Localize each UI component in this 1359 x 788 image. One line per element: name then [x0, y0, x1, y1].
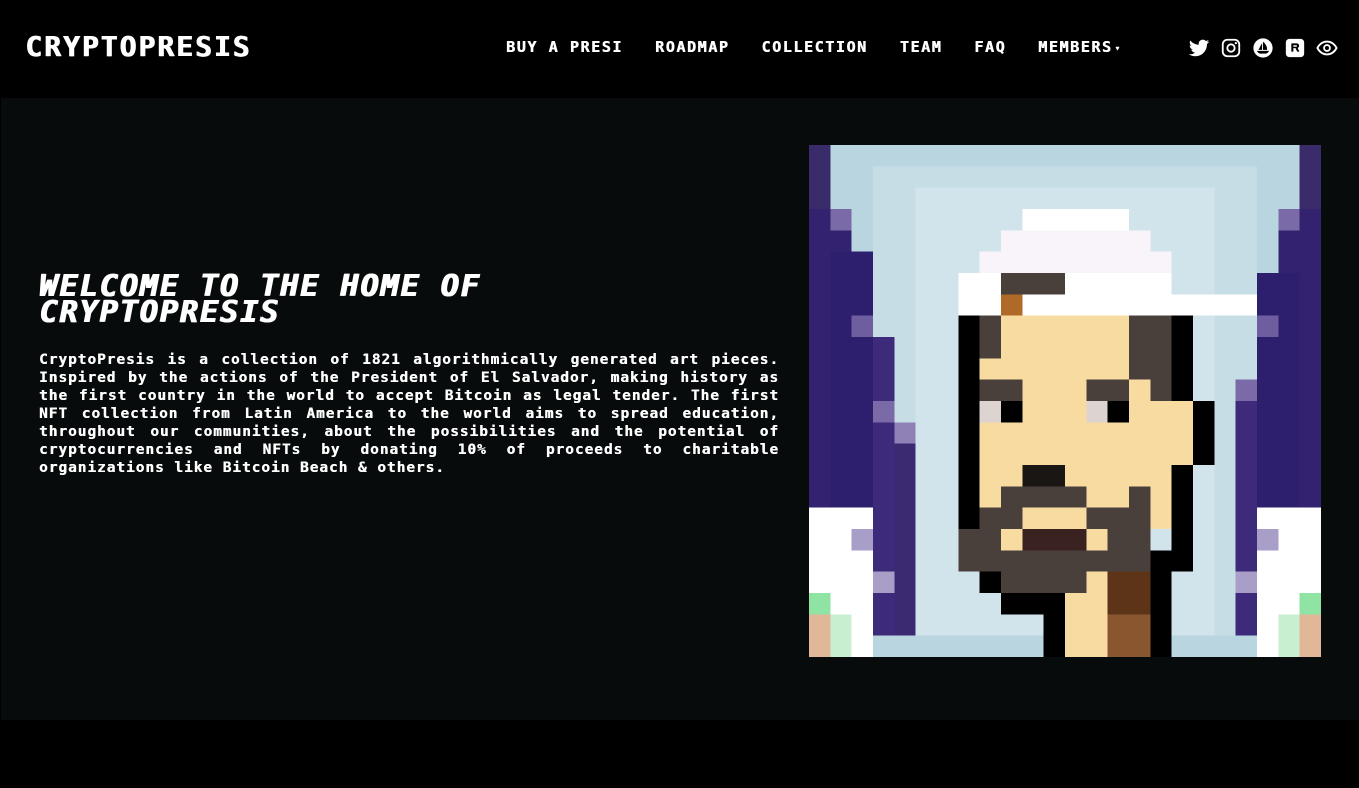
hero-description: CryptoPresis is a collection of 1821 alg…	[39, 352, 779, 476]
nav-team[interactable]: TEAM	[900, 38, 943, 56]
hero-title: WELCOME TO THE HOME OF CRYPTOPRESIS	[39, 269, 481, 330]
nav-faq[interactable]: FAQ	[974, 38, 1006, 56]
main-nav: BUY A PRESI ROADMAP COLLECTION TEAM FAQ …	[506, 38, 1154, 56]
twitter-icon[interactable]	[1188, 37, 1210, 59]
navbar: CRYPTOPRESIS BUY A PRESI ROADMAP COLLECT…	[0, 0, 1359, 98]
caret-down-icon: ▾	[1114, 44, 1122, 54]
rarible-icon[interactable]	[1284, 37, 1306, 59]
nav-buy-a-presi[interactable]: BUY A PRESI	[506, 38, 623, 56]
hero-section: WELCOME TO THE HOME OF CRYPTOPRESIS Cryp…	[1, 98, 1359, 720]
eye-icon[interactable]	[1316, 37, 1338, 59]
brand-logo[interactable]: CRYPTOPRESIS	[25, 30, 251, 63]
nav-members-label: MEMBERS	[1038, 38, 1113, 56]
nav-collection[interactable]: COLLECTION	[761, 38, 867, 56]
instagram-icon[interactable]	[1220, 37, 1242, 59]
social-links	[1188, 37, 1338, 59]
nav-roadmap[interactable]: ROADMAP	[655, 38, 729, 56]
nav-members-dropdown[interactable]: MEMBERS ▾	[1038, 38, 1121, 56]
opensea-icon[interactable]	[1252, 37, 1274, 59]
hero-nft-image	[809, 145, 1321, 657]
footer	[0, 720, 1359, 788]
